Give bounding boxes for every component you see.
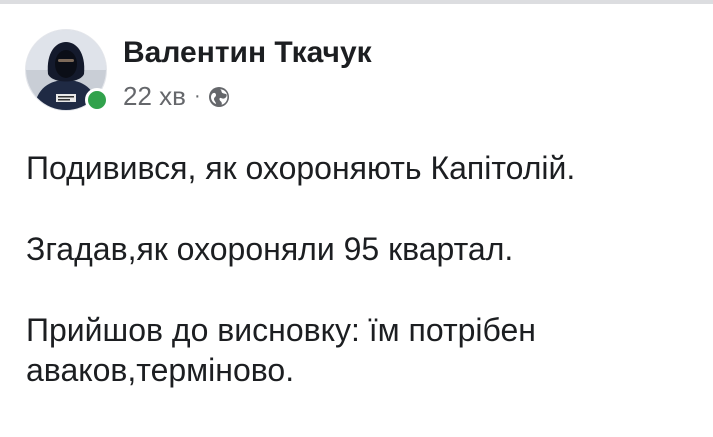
online-status-indicator bbox=[85, 88, 109, 112]
avatar-container[interactable] bbox=[25, 29, 109, 112]
post-paragraph: Прийшов до висновку: їм потрібен аваков,… bbox=[26, 312, 536, 388]
post-paragraph: Згадав,як охороняли 95 квартал. bbox=[26, 231, 514, 267]
meta-separator: · bbox=[193, 85, 201, 107]
author-name[interactable]: Валентин Ткачук bbox=[123, 35, 372, 71]
globe-icon[interactable] bbox=[207, 84, 231, 108]
post-paragraph: Подивився, як охороняють Капітолій. bbox=[26, 150, 576, 186]
post-timestamp[interactable]: 22 хв bbox=[123, 80, 186, 112]
facebook-post: Валентин Ткачук 22 хв · Подивився, як ох… bbox=[0, 4, 713, 437]
post-meta: 22 хв · bbox=[123, 80, 231, 112]
post-text: Подивився, як охороняють Капітолій. Згад… bbox=[26, 148, 696, 431]
